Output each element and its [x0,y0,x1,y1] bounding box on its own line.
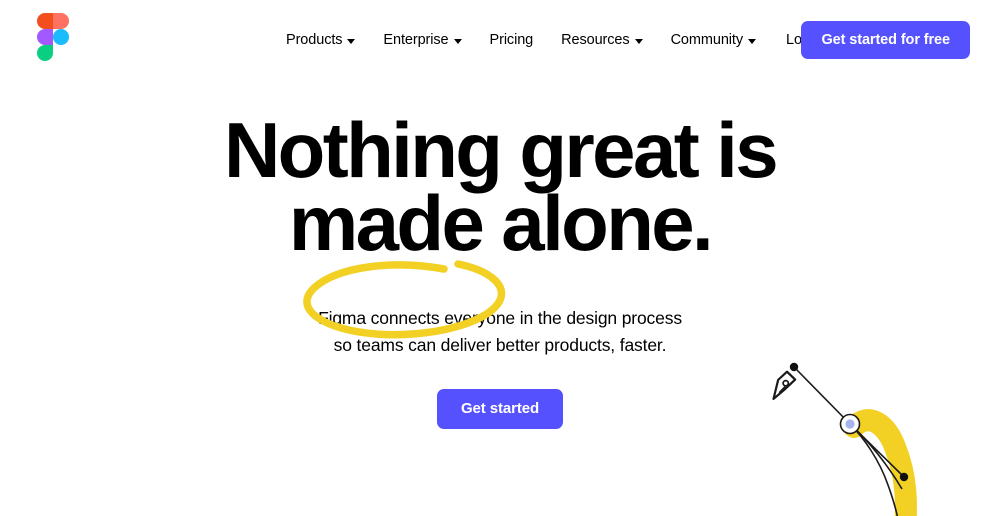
subtitle-line-2: so teams can deliver better products, fa… [333,334,667,355]
get-started-button[interactable]: Get started [436,388,564,429]
hero-subtitle: Figma connects everyone in the design pr… [0,305,1000,359]
nav-item-label: Products [286,31,343,48]
hero-section: Nothing great is made alone. Figma conne… [0,80,1000,429]
nav-item-resources[interactable]: Resources [561,27,643,54]
nav-item-enterprise[interactable]: Enterprise [383,27,462,54]
nav-item-community[interactable]: Community [671,27,756,54]
chevron-down-icon [634,38,643,44]
figma-logo-svg [37,13,69,61]
bezier-handle-line-lower [849,423,904,477]
bezier-path-outline [849,423,903,516]
subtitle-line-1: Figma connects everyone in the design pr… [318,307,682,328]
nav-links: Products Enterprise Pricing Resources Co… [286,0,825,80]
page-title: Nothing great is made alone. [0,106,1000,268]
chevron-down-icon [347,38,356,44]
hero-cta-wrapper: Get started [0,388,1000,429]
nav-item-label: Pricing [489,31,534,48]
bezier-handle-dot-icon [899,472,909,482]
chevron-down-icon [747,38,756,44]
nav-item-label: Community [670,31,744,48]
figma-logo-icon[interactable] [37,13,69,61]
chevron-down-icon [453,38,462,44]
top-navigation-bar: Products Enterprise Pricing Resources Co… [0,0,1000,80]
yellow-curve-stroke [843,409,917,516]
headline-line-2: made alone. [288,179,714,268]
nav-item-label: Enterprise [383,31,449,48]
headline-line-1: Nothing great is [223,106,779,194]
nav-item-label: Resources [561,31,630,48]
nav-item-products[interactable]: Products [286,27,356,54]
get-started-for-free-button[interactable]: Get started for free [801,21,970,59]
nav-item-pricing[interactable]: Pricing [490,27,534,54]
